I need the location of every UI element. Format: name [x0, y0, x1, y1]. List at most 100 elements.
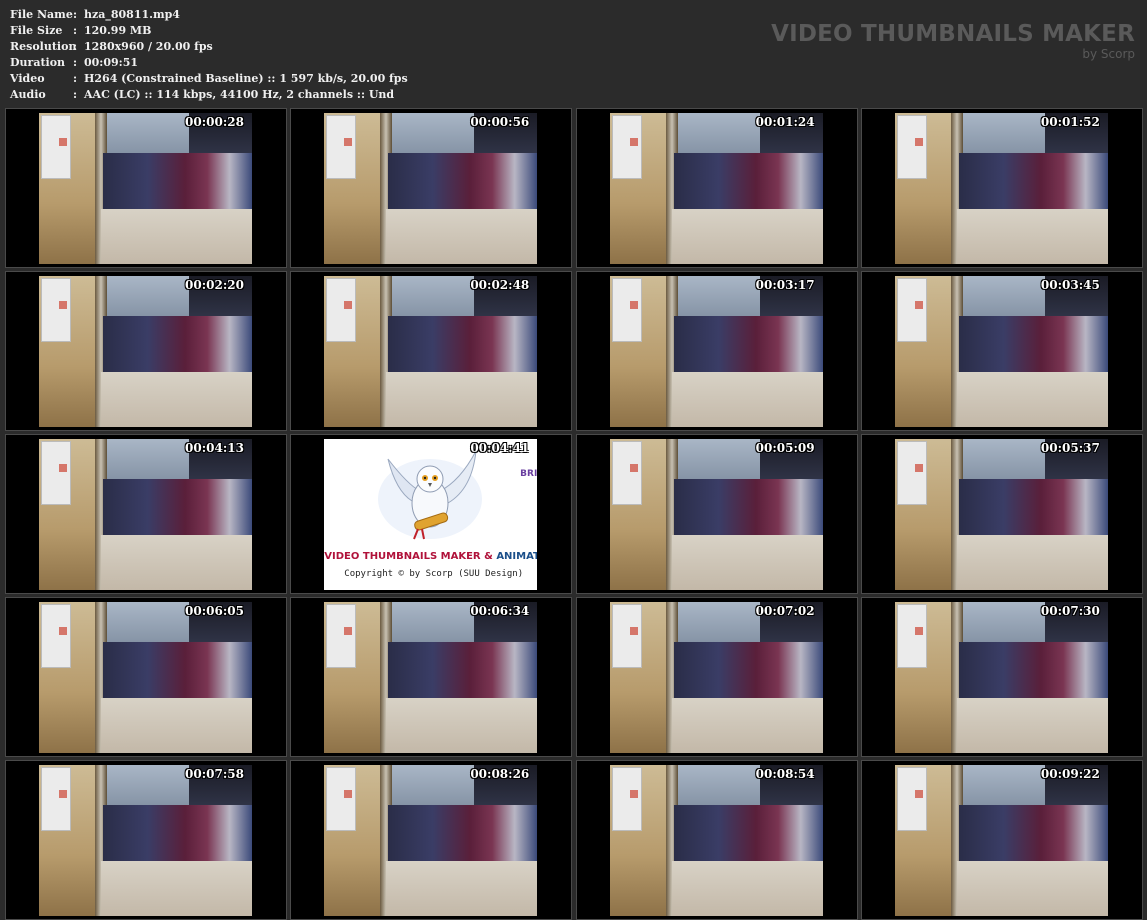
info-value: AAC (LC) :: 114 kbps, 44100 Hz, 2 channe…	[84, 88, 395, 101]
video-frame: 00:09:22	[894, 765, 1108, 916]
info-row-audio: Audio : AAC (LC) :: 114 kbps, 44100 Hz, …	[10, 87, 408, 103]
frame-blanket	[673, 805, 823, 863]
frame-calendar	[896, 278, 927, 342]
timestamp: 00:02:20	[185, 278, 244, 292]
frame-blanket	[958, 479, 1108, 537]
frame-blanket	[103, 153, 252, 211]
frame-blanket	[673, 153, 823, 211]
info-label: Duration	[10, 56, 66, 69]
thumbnail[interactable]: 00:04:13	[5, 434, 287, 594]
video-frame: 00:07:58	[39, 765, 252, 916]
thumbnail[interactable]: 00:08:26	[290, 760, 573, 920]
thumbnail[interactable]: 00:00:28	[5, 108, 287, 268]
info-row-resolution: Resolution : 1280x960 / 20.00 fps	[10, 39, 408, 55]
frame-blanket	[958, 805, 1108, 863]
timestamp: 00:02:48	[470, 278, 530, 292]
thumbnail[interactable]: 00:02:48	[290, 271, 573, 431]
thumbnail[interactable]: 00:03:17	[575, 271, 858, 431]
timestamp: 00:08:26	[470, 767, 530, 781]
timestamp: 00:07:58	[185, 767, 244, 781]
thumbnail[interactable]: 00:01:24	[575, 108, 858, 268]
info-separator: :	[73, 8, 78, 21]
frame-sheet	[671, 535, 823, 590]
frame-blanket	[673, 642, 823, 700]
video-frame: 00:07:02	[609, 602, 823, 753]
frame-blanket	[958, 642, 1108, 700]
timestamp: 00:05:37	[1040, 441, 1100, 455]
info-separator: :	[73, 40, 78, 53]
video-frame: 00:02:48	[324, 276, 538, 427]
thumbnail[interactable]: 00:01:52	[860, 108, 1143, 268]
timestamp: 00:07:30	[1040, 604, 1100, 618]
thumbnail[interactable]: 00:03:45	[860, 271, 1143, 431]
frame-calendar	[896, 441, 927, 505]
frame-blanket	[103, 642, 252, 700]
video-frame: 00:07:30	[894, 602, 1108, 753]
splash-title-red: VIDEO THUMBNAILS MAKER	[324, 551, 481, 562]
info-row-file-name: File Name : hza_80811.mp4	[10, 7, 408, 23]
timestamp: 00:06:34	[470, 604, 530, 618]
frame-sheet	[386, 861, 538, 916]
video-frame: 00:01:24	[609, 113, 823, 264]
frame-calendar	[41, 115, 71, 179]
frame-calendar	[41, 604, 71, 668]
info-label: Video	[10, 72, 45, 85]
video-frame: 00:03:45	[894, 276, 1108, 427]
frame-sheet	[101, 535, 252, 590]
frame-calendar	[326, 278, 357, 342]
thumbnail[interactable]: 00:09:22	[860, 760, 1143, 920]
frame-sheet	[101, 698, 252, 753]
frame-blanket	[388, 642, 538, 700]
video-frame: 00:03:17	[609, 276, 823, 427]
splash-title: VIDEO THUMBNAILS MAKER & ANIMATO	[324, 551, 537, 562]
brand-watermark: VIDEO THUMBNAILS MAKER by Scorp	[771, 20, 1135, 60]
thumbnail[interactable]: 00:07:58	[5, 760, 287, 920]
thumbnail[interactable]: 00:06:34	[290, 597, 573, 757]
thumbnail[interactable]: 00:08:54	[575, 760, 858, 920]
frame-calendar	[896, 604, 927, 668]
video-frame: 00:00:56	[324, 113, 538, 264]
info-value: 00:09:51	[84, 56, 139, 69]
thumbnail[interactable]: 00:07:02	[575, 597, 858, 757]
thumbnail[interactable]: 00:02:20	[5, 271, 287, 431]
frame-calendar	[41, 767, 71, 831]
frame-blanket	[103, 316, 252, 374]
frame-calendar	[611, 604, 642, 668]
frame-sheet	[956, 209, 1108, 264]
thumbnail-splash[interactable]: BRI VIDEO THUMBNAILS MAKER & ANIMATO Cop…	[290, 434, 573, 594]
frame-calendar	[326, 115, 357, 179]
video-frame: 00:06:05	[39, 602, 252, 753]
frame-calendar	[896, 767, 927, 831]
frame-calendar	[326, 604, 357, 668]
video-frame: 00:08:54	[609, 765, 823, 916]
timestamp: 00:04:13	[185, 441, 244, 455]
frame-sheet	[101, 372, 252, 427]
info-row-video: Video : H264 (Constrained Baseline) :: 1…	[10, 71, 408, 87]
frame-sheet	[386, 698, 538, 753]
thumbnail[interactable]: 00:06:05	[5, 597, 287, 757]
thumbnail[interactable]: 00:05:09	[575, 434, 858, 594]
thumbnail[interactable]: 00:00:56	[290, 108, 573, 268]
frame-calendar	[611, 441, 642, 505]
frame-blanket	[673, 316, 823, 374]
info-row-file-size: File Size : 120.99 MB	[10, 23, 408, 39]
timestamp: 00:01:52	[1040, 115, 1100, 129]
frame-calendar	[41, 278, 71, 342]
thumbnail[interactable]: 00:07:30	[860, 597, 1143, 757]
timestamp: 00:03:45	[1040, 278, 1100, 292]
thumbnail[interactable]: 00:05:37	[860, 434, 1143, 594]
info-value: 1280x960 / 20.00 fps	[84, 40, 213, 53]
video-frame: 00:05:09	[609, 439, 823, 590]
frame-sheet	[956, 535, 1108, 590]
timestamp: 00:03:17	[755, 278, 815, 292]
splash-title-blue: ANIMATO	[496, 551, 537, 562]
info-row-duration: Duration : 00:09:51	[10, 55, 408, 71]
brand-title: VIDEO THUMBNAILS MAKER	[771, 21, 1135, 47]
video-frame: 00:06:34	[324, 602, 538, 753]
info-separator: :	[73, 24, 78, 37]
timestamp: 00:01:24	[755, 115, 815, 129]
frame-blanket	[388, 316, 538, 374]
frame-blanket	[958, 316, 1108, 374]
brand-subtitle: by Scorp	[1082, 47, 1135, 61]
info-value: H264 (Constrained Baseline) :: 1 597 kb/…	[84, 72, 408, 85]
